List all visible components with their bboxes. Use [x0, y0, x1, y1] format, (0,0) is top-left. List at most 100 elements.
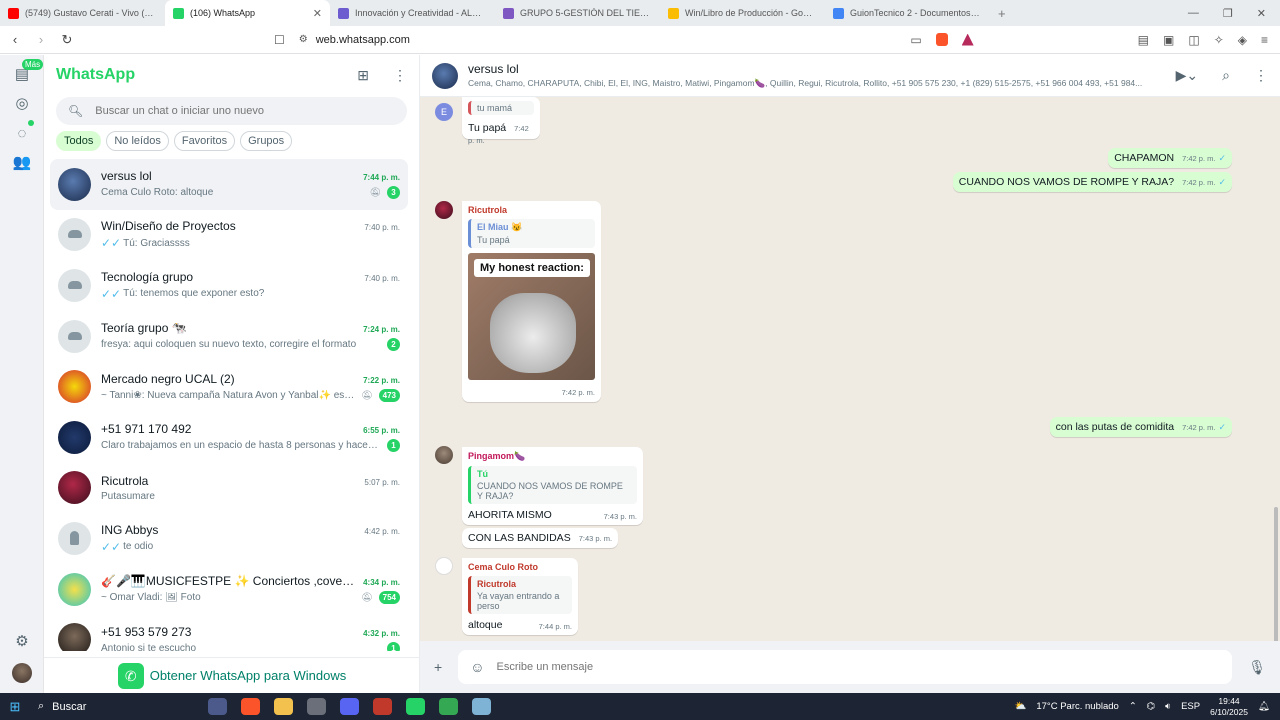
quoted-message[interactable]: El Miau 😼 Tu papá: [468, 219, 595, 248]
browser-tab[interactable]: (106) WhatsApp ✕: [165, 0, 330, 26]
status-icon[interactable]: ◎: [12, 94, 32, 114]
message-scrollbar[interactable]: [1274, 507, 1278, 641]
chat-avatar[interactable]: [58, 420, 91, 454]
outgoing-message[interactable]: con las putas de comidita 7:42 p. m. ✓: [1049, 417, 1232, 437]
search-input[interactable]: [95, 105, 395, 117]
chat-avatar[interactable]: [58, 319, 91, 353]
file-explorer-icon[interactable]: [274, 698, 293, 715]
brave-rewards-icon[interactable]: [961, 33, 974, 46]
sender-avatar[interactable]: [435, 446, 453, 464]
filter-chip[interactable]: Favoritos: [173, 131, 236, 151]
chat-list-item[interactable]: +51 953 579 273 4:32 p. m. Antonio si te e…: [50, 614, 408, 651]
sidebar-toggle-icon[interactable]: ▤: [1138, 33, 1149, 47]
chat-list-item[interactable]: ING Abbys 4:42 p. m. ✓✓ te odio: [50, 513, 408, 564]
quoted-message[interactable]: tu mamá: [468, 101, 534, 115]
bookmark-icon[interactable]: ☐: [274, 33, 285, 47]
outgoing-message[interactable]: CHAPAMON 7:42 p. m. ✓: [1108, 148, 1232, 168]
back-icon[interactable]: ‹: [4, 32, 26, 47]
filter-chip[interactable]: Todos: [56, 131, 102, 151]
chat-list-item[interactable]: Mercado negro UCAL (2) 7:22 p. m. ~ Tanni❀…: [50, 361, 408, 412]
chat-list-item[interactable]: Ricutrola 5:07 p. m. Putasumare: [50, 463, 408, 514]
tray-chevron-icon[interactable]: ⌃: [1129, 701, 1137, 712]
sender-avatar[interactable]: [435, 557, 453, 575]
chat-avatar[interactable]: [58, 521, 91, 555]
chat-avatar[interactable]: [58, 572, 91, 606]
sticker-image[interactable]: My honest reaction:: [468, 253, 595, 380]
sender-avatar[interactable]: E: [435, 103, 453, 121]
app-icon-2[interactable]: [373, 698, 392, 715]
windows-start-icon[interactable]: ⊞: [0, 699, 30, 715]
message-bubble[interactable]: Ricutrola El Miau 😼 Tu papá My honest re…: [462, 201, 601, 402]
minimize-icon[interactable]: —: [1188, 7, 1199, 20]
sender-name[interactable]: Cema Culo Roto: [468, 562, 572, 572]
chat-avatar[interactable]: [58, 218, 91, 252]
close-window-icon[interactable]: ✕: [1257, 7, 1266, 20]
chat-avatar[interactable]: [58, 167, 91, 201]
sender-avatar[interactable]: [435, 201, 453, 219]
app-icon-3[interactable]: [472, 698, 491, 715]
chat-list-item[interactable]: +51 971 170 492 6:55 p. m. Claro trabajamo…: [50, 412, 408, 463]
taskbar-search[interactable]: ⌕ Buscar: [30, 700, 158, 713]
menu-dots-icon[interactable]: ⋮: [393, 67, 407, 84]
new-chat-icon[interactable]: ⊞: [357, 67, 369, 84]
chat-list-item[interactable]: 🎸🎤🎹MUSICFESTPE ✨ Conciertos ,covers naci…: [50, 564, 408, 615]
app-icon[interactable]: [307, 698, 326, 715]
quoted-message[interactable]: Tú CUANDO NOS VAMOS DE ROMPE Y RAJA?: [468, 466, 637, 504]
outgoing-message[interactable]: CUANDO NOS VAMOS DE ROMPE Y RAJA? 7:42 p.…: [952, 172, 1232, 192]
weather-icon[interactable]: ⛅: [1014, 701, 1026, 712]
profile-avatar[interactable]: [12, 663, 32, 683]
clock[interactable]: 19:44 6/10/2025: [1210, 696, 1248, 718]
wallet-icon[interactable]: ◫: [1188, 33, 1199, 47]
sender-name[interactable]: Ricutrola: [468, 205, 595, 215]
group-avatar[interactable]: [432, 62, 458, 89]
communities-icon[interactable]: 👥: [12, 153, 32, 173]
chat-list-item[interactable]: versus lol 7:44 p. m. Cema Culo Roto: alto…: [50, 159, 408, 210]
brave-app-icon[interactable]: [241, 698, 260, 715]
leo-ai-icon[interactable]: ✧: [1214, 33, 1224, 47]
conversation-menu-icon[interactable]: ⋮: [1254, 67, 1268, 84]
volume-icon[interactable]: 🔉︎: [1165, 701, 1171, 712]
discord-icon[interactable]: [340, 698, 359, 715]
weather-text[interactable]: 17°C Parc. nublado: [1036, 701, 1119, 712]
reload-icon[interactable]: ↻: [56, 32, 78, 48]
close-tab-icon[interactable]: ✕: [313, 7, 322, 20]
sticker-icon[interactable]: ☺: [470, 659, 484, 675]
browser-tab[interactable]: (5749) Gustavo Cerati - Vivo (Oficial: [0, 0, 165, 26]
chat-avatar[interactable]: [58, 370, 91, 404]
message-bubble[interactable]: CON LAS BANDIDAS 7:43 p. m.: [462, 528, 619, 548]
extensions-icon[interactable]: ▣: [1163, 33, 1174, 47]
attach-icon[interactable]: +: [434, 659, 442, 675]
notifications-icon[interactable]: 🔔︎: [1258, 701, 1270, 712]
chat-avatar[interactable]: [58, 623, 91, 651]
language-indicator[interactable]: ESP: [1181, 701, 1200, 712]
browser-tab[interactable]: Win/Libro de Producción - Google D: [660, 0, 825, 26]
task-view-icon[interactable]: [208, 698, 227, 715]
vpn-icon[interactable]: ◈: [1238, 33, 1247, 47]
network-icon[interactable]: ⌬: [1147, 701, 1155, 712]
quoted-message[interactable]: Ricutrola Ya vayan entrando a perso: [468, 576, 572, 614]
filter-chip[interactable]: Grupos: [240, 131, 293, 151]
get-windows-banner[interactable]: ✆ Obtener WhatsApp para Windows: [44, 657, 420, 693]
message-bubble[interactable]: Cema Culo Roto Ricutrola Ya vayan entran…: [462, 558, 578, 635]
whatsapp-app-icon[interactable]: [406, 698, 425, 715]
chat-list-item[interactable]: Tecnología grupo 7:40 p. m. ✓✓ Tú: tenemos …: [50, 260, 408, 311]
browser-tab[interactable]: Innovación y Creatividad - ALUMNO: [330, 0, 495, 26]
sender-name[interactable]: Pingamom🍆: [468, 451, 637, 462]
url-field[interactable]: web.whatsapp.com: [316, 34, 410, 46]
forward-icon[interactable]: ›: [30, 32, 52, 47]
menu-icon[interactable]: ≡: [1261, 33, 1268, 47]
chat-avatar[interactable]: [58, 268, 91, 302]
message-bubble[interactable]: Pingamom🍆 Tú CUANDO NOS VAMOS DE ROMPE Y…: [462, 447, 643, 525]
site-info-icon[interactable]: ⚙: [299, 34, 308, 45]
search-messages-icon[interactable]: ⌕: [1222, 67, 1230, 84]
browser-tab[interactable]: GuionTecnico 2 - Documentos de Go: [825, 0, 990, 26]
chat-list-item[interactable]: Win/Diseño de Proyectos 7:40 p. m. ✓✓ Tú: G…: [50, 210, 408, 261]
channels-icon[interactable]: ◌: [12, 124, 32, 144]
chrome-icon[interactable]: [439, 698, 458, 715]
microphone-icon[interactable]: 🎙︎: [1248, 659, 1266, 676]
settings-icon[interactable]: ⚙: [12, 632, 32, 652]
browser-tab[interactable]: GRUPO 5-GESTIÓN DEL TIEMPO - Pr: [495, 0, 660, 26]
conversation-header[interactable]: versus lol Cema, Chamo, CHARAPUTA, Chibi…: [420, 55, 1280, 97]
new-tab-button[interactable]: +: [990, 6, 1014, 21]
message-bubble[interactable]: tu mamá Tu papá 7:42 p. m.: [462, 97, 540, 145]
